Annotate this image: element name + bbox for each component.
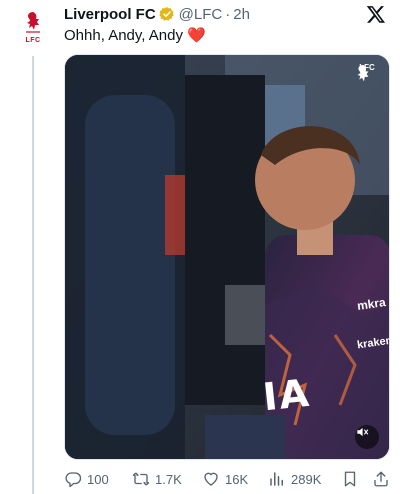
mute-icon bbox=[357, 427, 369, 437]
bookmark-button[interactable] bbox=[341, 470, 364, 488]
timestamp[interactable]: 2h bbox=[233, 6, 250, 23]
action-bar: 100 1.7K 16K 289K bbox=[64, 468, 394, 490]
separator-dot: · bbox=[225, 5, 231, 23]
avatar-label: LFC bbox=[25, 37, 41, 44]
views-icon bbox=[270, 472, 283, 486]
like-count: 16K bbox=[225, 471, 249, 487]
repost-icon bbox=[132, 472, 150, 486]
share-button[interactable] bbox=[372, 470, 395, 488]
views-button[interactable]: 289K bbox=[268, 470, 321, 488]
heart-icon bbox=[204, 472, 218, 486]
reply-icon bbox=[65, 472, 82, 488]
account-name[interactable]: Liverpool FC bbox=[64, 6, 156, 23]
red-heart-emoji: ❤️ bbox=[187, 27, 206, 44]
bookmark-icon bbox=[344, 471, 356, 487]
reply-count: 100 bbox=[87, 471, 109, 487]
shirt-text: IA bbox=[260, 370, 313, 420]
tweet-body: Ohhh, Andy, Andy bbox=[64, 27, 183, 44]
liverbird-watermark-icon bbox=[357, 65, 369, 82]
avatar[interactable]: LFC bbox=[16, 10, 50, 50]
share-icon bbox=[374, 471, 388, 487]
lfc-watermark: LFC bbox=[353, 63, 381, 107]
tweet-header: Liverpool FC @LFC · 2h bbox=[64, 4, 250, 24]
thread-line bbox=[32, 56, 34, 494]
reply-button[interactable]: 100 bbox=[64, 470, 109, 488]
repost-count: 1.7K bbox=[155, 471, 182, 487]
video-frame bbox=[65, 55, 389, 459]
view-count: 289K bbox=[291, 471, 322, 487]
x-logo-icon[interactable] bbox=[366, 4, 386, 24]
video-player[interactable]: LFC mkra kraken IA bbox=[64, 54, 390, 460]
tweet-text: Ohhh, Andy, Andy ❤️ bbox=[64, 26, 206, 44]
mute-button[interactable] bbox=[355, 425, 379, 449]
liverbird-icon bbox=[26, 12, 40, 33]
tweet-card[interactable]: LFC Liverpool FC @LFC · 2h Ohhh, Andy, A… bbox=[0, 0, 400, 494]
verified-badge-icon bbox=[159, 6, 175, 22]
like-button[interactable]: 16K bbox=[202, 470, 248, 488]
repost-button[interactable]: 1.7K bbox=[132, 470, 182, 488]
account-handle[interactable]: @LFC bbox=[179, 6, 223, 23]
